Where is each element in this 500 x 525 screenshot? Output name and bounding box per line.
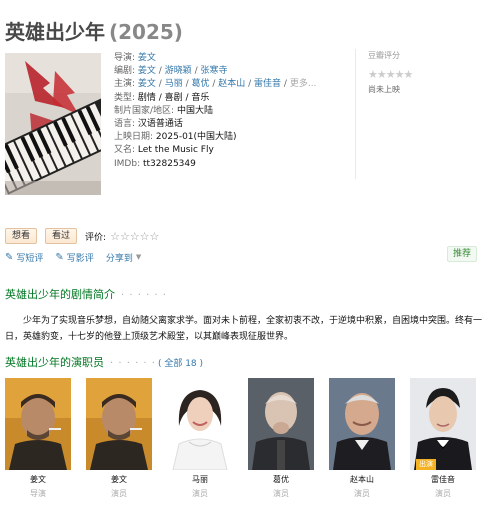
cast-photo[interactable]: [5, 378, 71, 470]
director-label: 导演:: [114, 53, 136, 63]
cast-link[interactable]: 赵本山: [218, 79, 245, 89]
synopsis-dots: · · · · · ·: [121, 290, 167, 301]
info-country: 制片国家/地区: 中国大陆: [114, 105, 319, 118]
share-label: 分享到: [105, 253, 133, 264]
cast-title: 英雄出少年的演职员: [5, 356, 104, 369]
aka-label: 又名:: [114, 145, 136, 156]
release-value: 2025-01(中国大陆): [155, 132, 237, 143]
info-cast: 主演: 姜文 / 马丽 / 葛优 / 赵本山 / 雷佳音 / 更多...: [114, 79, 317, 90]
info-aka: 又名: Let the Music Fly: [114, 144, 319, 157]
imdb-value: tt32825349: [142, 158, 196, 169]
cast-name[interactable]: 姜文: [86, 474, 152, 485]
info-writers: 编剧: 姜文 / 游晓颖 / 张寒寺: [114, 66, 228, 77]
cast-name[interactable]: 姜文: [5, 474, 71, 485]
language-label: 语言:: [114, 119, 136, 130]
aka-value: Let the Music Fly: [137, 145, 214, 156]
synopsis-text: 少年为了实现音乐梦想，自幼随父离家求学。面对未卜前程，全家初衷不改，于逆境中积累…: [5, 316, 483, 342]
info-language: 语言: 汉语普通话: [114, 118, 319, 131]
share-dropdown[interactable]: 分享到 ▼: [106, 251, 141, 264]
rating-status: 尚未上映: [368, 85, 400, 94]
cast-heading: 英雄出少年的演职员 · · · · · ·( 全部 18 ): [5, 354, 203, 370]
cast-card[interactable]: 赵本山 演员: [329, 378, 395, 499]
write-review-label: 写影评: [66, 253, 94, 264]
rating-panel: 豆瓣评分 ★★★★★ 尚未上映: [355, 49, 496, 179]
person-image: [5, 378, 71, 470]
cast-name[interactable]: 雷佳音: [410, 474, 476, 485]
country-label: 制片国家/地区:: [114, 105, 175, 116]
rating-stars-icon: ★★★★★: [368, 68, 413, 81]
pencil-icon: ✎: [55, 251, 64, 263]
cast-badge: 出演: [416, 459, 436, 470]
cast-photo[interactable]: [167, 378, 233, 470]
pencil-icon: ✎: [5, 251, 14, 263]
info-director: 导演: 姜文: [114, 52, 319, 65]
cast-name[interactable]: 葛优: [248, 474, 314, 485]
info-imdb: IMDb: tt32825349: [114, 158, 319, 171]
cast-photo[interactable]: [329, 378, 395, 470]
release-label: 上映日期:: [114, 132, 154, 143]
movie-info: 导演: 姜文 编剧: 姜文 / 游晓颖 / 张寒寺 主演: 姜文 / 马丽 / …: [114, 52, 319, 171]
info-release: 上映日期: 2025-01(中国大陆): [114, 131, 319, 144]
want-to-watch-button[interactable]: 想看: [5, 228, 38, 244]
movie-title: 英雄出少年: [5, 20, 105, 44]
writer-link[interactable]: 游晓颖: [165, 66, 192, 76]
cast-link[interactable]: 雷佳音: [254, 79, 281, 89]
person-image: [167, 378, 233, 470]
person-image: [329, 378, 395, 470]
recommend-button[interactable]: 推荐: [447, 246, 478, 262]
cast-photo[interactable]: 出演: [410, 378, 476, 470]
write-short-review-label: 写短评: [16, 253, 44, 264]
writers-label: 编剧:: [114, 66, 136, 77]
cast-role: 导演: [30, 489, 46, 498]
writer-link[interactable]: 张寒寺: [200, 66, 227, 76]
cast-link[interactable]: 马丽: [165, 79, 183, 89]
person-image: [410, 378, 476, 470]
person-image: [86, 378, 152, 470]
cast-label: 主演:: [114, 79, 136, 90]
cast-card[interactable]: 马丽 演员: [167, 378, 233, 499]
chevron-down-icon: ▼: [135, 253, 142, 261]
page-title: 英雄出少年 (2025): [5, 16, 183, 45]
country-value: 中国大陆: [176, 105, 213, 116]
synopsis-heading: 英雄出少年的剧情简介 · · · · · ·: [5, 286, 167, 302]
cast-role: 演员: [435, 489, 451, 498]
cast-card[interactable]: 出演 雷佳音 演员: [410, 378, 476, 499]
cast-link[interactable]: 姜文: [138, 79, 156, 89]
watched-button[interactable]: 看过: [45, 228, 78, 244]
cast-card[interactable]: 姜文 演员: [86, 378, 152, 499]
rating-label: 豆瓣评分: [368, 51, 400, 60]
cast-card[interactable]: 姜文 导演: [5, 378, 71, 499]
genre-value: 剧情 / 喜剧 / 音乐: [137, 92, 210, 103]
cast-role: 演员: [273, 489, 289, 498]
cast-role: 演员: [192, 489, 208, 498]
evaluate-label: 评价:: [85, 232, 107, 243]
genre-label: 类型:: [114, 92, 136, 103]
writer-link[interactable]: 姜文: [138, 66, 156, 76]
action-bar: 想看 看过 评价: ☆☆☆☆☆: [5, 228, 159, 244]
cast-more-link[interactable]: 更多...: [290, 79, 317, 89]
director-link[interactable]: 姜文: [138, 53, 156, 63]
cast-role: 演员: [111, 489, 127, 498]
poster-image: [5, 53, 101, 195]
cast-link[interactable]: 葛优: [191, 79, 209, 89]
person-image: [248, 378, 314, 470]
cast-photo[interactable]: [86, 378, 152, 470]
share-bar: ✎ 写短评 ✎ 写影评 分享到 ▼: [5, 249, 153, 265]
synopsis-title: 英雄出少年的剧情简介: [5, 288, 115, 301]
imdb-label: IMDb:: [114, 158, 141, 169]
evaluate-stars-icon[interactable]: ☆☆☆☆☆: [110, 230, 159, 243]
write-short-review-link[interactable]: ✎ 写短评: [5, 251, 43, 264]
cast-role: 演员: [354, 489, 370, 498]
language-value: 汉语普通话: [137, 119, 183, 130]
cast-card[interactable]: 葛优 演员: [248, 378, 314, 499]
cast-dots: · · · · · ·: [110, 358, 156, 369]
cast-all-link[interactable]: ( 全部 18 ): [158, 359, 203, 369]
movie-year: (2025): [109, 20, 183, 44]
movie-poster[interactable]: [5, 53, 101, 195]
write-review-link[interactable]: ✎ 写影评: [55, 251, 93, 264]
cast-name[interactable]: 赵本山: [329, 474, 395, 485]
cast-name[interactable]: 马丽: [167, 474, 233, 485]
info-genre: 类型: 剧情 / 喜剧 / 音乐: [114, 92, 319, 105]
cast-photo[interactable]: [248, 378, 314, 470]
